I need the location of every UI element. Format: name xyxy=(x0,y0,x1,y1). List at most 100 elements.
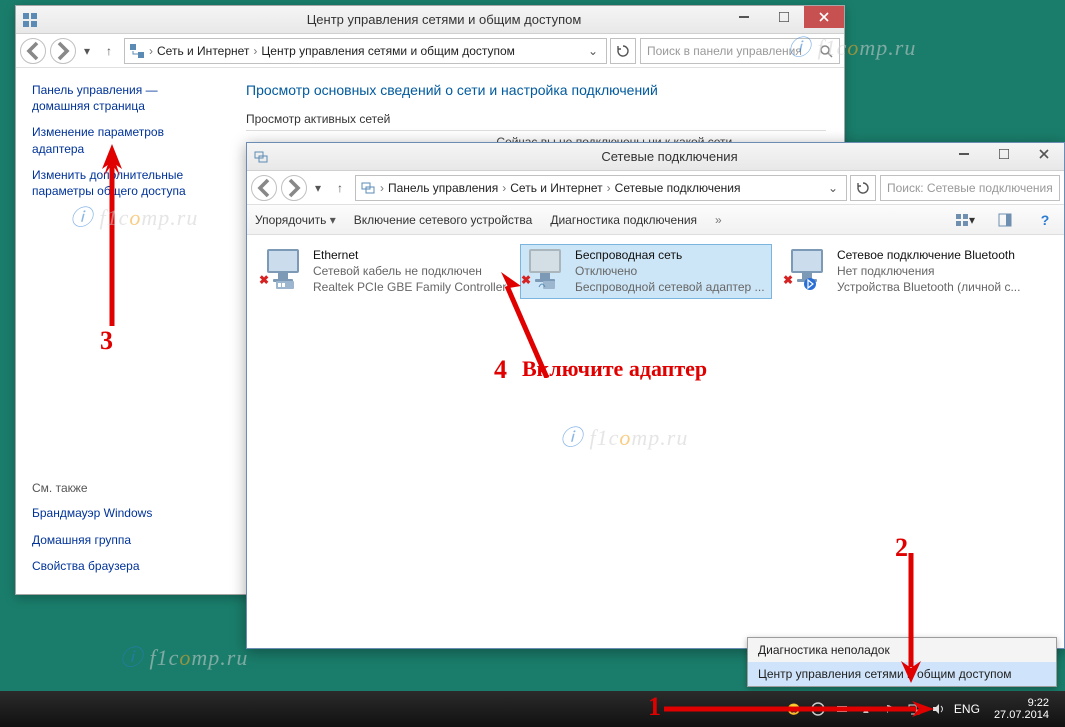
search-placeholder: Поиск: Сетевые подключения xyxy=(887,181,1053,195)
address-bar: ▾ ↑ › Сеть и Интернет › Центр управления… xyxy=(16,34,844,68)
help-button[interactable]: ? xyxy=(1034,209,1056,231)
active-networks-label: Просмотр активных сетей xyxy=(246,112,826,126)
maximize-button[interactable] xyxy=(984,143,1024,165)
breadcrumb-item[interactable]: Центр управления сетями и общим доступом xyxy=(261,44,515,58)
refresh-button[interactable] xyxy=(850,175,876,201)
chevron-right-icon: › xyxy=(147,44,155,58)
breadcrumb-dropdown[interactable]: ⌄ xyxy=(584,44,602,58)
window-icon xyxy=(22,12,38,28)
chevron-right-icon: › xyxy=(605,181,613,195)
connection-name: Беспроводная сеть xyxy=(575,247,765,263)
connection-device: Беспроводной сетевой адаптер ... xyxy=(575,279,765,295)
see-also-title: См. также xyxy=(32,481,216,495)
connection-item[interactable]: ✖ Сетевое подключение BluetoothНет подклю… xyxy=(783,245,1033,298)
clock-time: 9:22 xyxy=(994,697,1049,709)
sidebar-link-advanced-sharing[interactable]: Изменить дополнительные параметры общего… xyxy=(32,167,216,199)
error-x-icon: ✖ xyxy=(259,273,275,289)
network-icon xyxy=(129,43,145,59)
close-button[interactable] xyxy=(1024,143,1064,165)
organize-menu[interactable]: Упорядочить xyxy=(255,213,336,227)
maximize-button[interactable] xyxy=(764,6,804,28)
sidebar-link-adapter-settings[interactable]: Изменение параметров адаптера xyxy=(32,124,216,156)
system-tray: 😀 ▴ ⚑ ENG 9:22 27.07.2014 xyxy=(786,697,1063,721)
sidebar-link-firewall[interactable]: Брандмауэр Windows xyxy=(32,505,216,521)
tray-icon[interactable] xyxy=(810,701,826,717)
enable-device-button[interactable]: Включение сетевого устройства xyxy=(354,213,533,227)
menu-item-network-center[interactable]: Центр управления сетями и общим доступом xyxy=(748,662,1056,686)
adapter-icon: ✖ xyxy=(523,247,567,287)
tray-icon[interactable]: 😀 xyxy=(786,701,802,717)
up-button[interactable]: ↑ xyxy=(329,177,351,199)
breadcrumb[interactable]: › Панель управления › Сеть и Интернет › … xyxy=(355,175,847,201)
adapter-icon: ✖ xyxy=(261,247,305,287)
toolbar: Упорядочить Включение сетевого устройств… xyxy=(247,205,1064,235)
diagnose-button[interactable]: Диагностика подключения xyxy=(550,213,697,227)
search-placeholder: Поиск в панели управления xyxy=(647,44,802,58)
up-button[interactable]: ↑ xyxy=(98,40,120,62)
adapter-icon: ✖ xyxy=(785,247,829,287)
minimize-button[interactable] xyxy=(724,6,764,28)
sidebar-link-home[interactable]: Панель управления — домашняя страница xyxy=(32,82,216,114)
clock[interactable]: 9:22 27.07.2014 xyxy=(988,697,1055,721)
connection-status: Сетевой кабель не подключен xyxy=(313,263,506,279)
back-button[interactable] xyxy=(251,175,277,201)
connection-status: Отключено xyxy=(575,263,765,279)
network-connections-window: Сетевые подключения ▾ ↑ › Панель управле… xyxy=(246,142,1065,649)
breadcrumb[interactable]: › Сеть и Интернет › Центр управления сет… xyxy=(124,38,607,64)
forward-button[interactable] xyxy=(281,175,307,201)
history-dropdown[interactable]: ▾ xyxy=(80,40,94,62)
search-input[interactable]: Поиск в панели управления xyxy=(640,38,840,64)
title-bar: Сетевые подключения xyxy=(247,143,1064,171)
sub-device-icon xyxy=(799,277,821,291)
address-bar: ▾ ↑ › Панель управления › Сеть и Интерне… xyxy=(247,171,1064,205)
see-also-section: См. также Брандмауэр Windows Домашняя гр… xyxy=(32,481,216,584)
title-bar: Центр управления сетями и общим доступом xyxy=(16,6,844,34)
chevron-right-icon: › xyxy=(251,44,259,58)
connection-device: Realtek PCIe GBE Family Controller xyxy=(313,279,506,295)
connection-item[interactable]: ✖ EthernetСетевой кабель не подключенReal… xyxy=(259,245,509,298)
connection-text: Сетевое подключение BluetoothНет подключ… xyxy=(837,247,1020,296)
volume-icon[interactable] xyxy=(930,701,946,717)
tray-chevron-up-icon[interactable]: ▴ xyxy=(858,701,874,717)
back-button[interactable] xyxy=(20,38,46,64)
breadcrumb-item[interactable]: Панель управления xyxy=(388,181,498,195)
search-input[interactable]: Поиск: Сетевые подключения xyxy=(880,175,1060,201)
forward-button[interactable] xyxy=(50,38,76,64)
refresh-button[interactable] xyxy=(610,38,636,64)
connection-name: Ethernet xyxy=(313,247,506,263)
connection-text: EthernetСетевой кабель не подключенRealt… xyxy=(313,247,506,296)
breadcrumb-item[interactable]: Сеть и Интернет xyxy=(157,44,249,58)
connection-item[interactable]: ✖ Беспроводная сетьОтключеноБеспроводной … xyxy=(521,245,771,298)
minimize-button[interactable] xyxy=(944,143,984,165)
close-button[interactable] xyxy=(804,6,844,28)
sub-device-icon xyxy=(537,277,559,291)
connection-device: Устройства Bluetooth (личной с... xyxy=(837,279,1020,295)
breadcrumb-dropdown[interactable]: ⌄ xyxy=(824,181,842,195)
sidebar: Панель управления — домашняя страница Из… xyxy=(16,68,228,594)
breadcrumb-item[interactable]: Сетевые подключения xyxy=(615,181,741,195)
preview-pane-button[interactable] xyxy=(994,209,1016,231)
chevron-right-icon: › xyxy=(500,181,508,195)
network-tray-icon[interactable] xyxy=(906,701,922,717)
tray-icon[interactable] xyxy=(834,701,850,717)
watermark: ⓘ f1comp.ru xyxy=(120,640,248,672)
search-icon xyxy=(819,44,833,58)
page-heading: Просмотр основных сведений о сети и наст… xyxy=(246,82,826,98)
connection-text: Беспроводная сетьОтключеноБеспроводной с… xyxy=(575,247,765,296)
breadcrumb-item[interactable]: Сеть и Интернет xyxy=(510,181,602,195)
connection-status: Нет подключения xyxy=(837,263,1020,279)
error-x-icon: ✖ xyxy=(521,273,537,289)
history-dropdown[interactable]: ▾ xyxy=(311,177,325,199)
connections-area: ✖ EthernetСетевой кабель не подключенReal… xyxy=(247,235,1064,308)
sidebar-link-homegroup[interactable]: Домашняя группа xyxy=(32,532,216,548)
error-x-icon: ✖ xyxy=(783,273,799,289)
chevron-right-icon: › xyxy=(378,181,386,195)
rename-button[interactable]: » xyxy=(715,213,722,227)
window-icon xyxy=(253,149,269,165)
action-center-icon[interactable]: ⚑ xyxy=(882,701,898,717)
language-indicator[interactable]: ENG xyxy=(954,702,980,716)
connection-name: Сетевое подключение Bluetooth xyxy=(837,247,1020,263)
view-icons-button[interactable]: ▾ xyxy=(954,209,976,231)
sidebar-link-browser-props[interactable]: Свойства браузера xyxy=(32,558,216,574)
menu-item-diagnose[interactable]: Диагностика неполадок xyxy=(748,638,1056,662)
